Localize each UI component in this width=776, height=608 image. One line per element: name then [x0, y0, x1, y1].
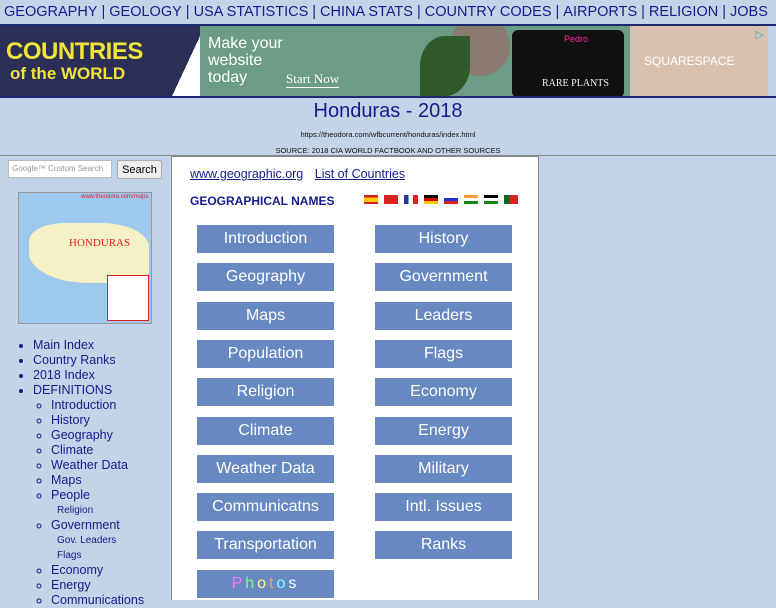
sidebar-climate[interactable]: Climate — [51, 443, 93, 457]
ad-leaf-image — [420, 36, 470, 96]
photos-letter: o — [276, 574, 289, 592]
sidebar-definitions[interactable]: DEFINITIONS — [33, 383, 112, 397]
nav-country-codes[interactable]: COUNTRY CODES — [425, 4, 552, 20]
banner: COUNTRIES of the WORLD Make your website to… — [0, 26, 776, 96]
page-title: Honduras - 2018 — [313, 100, 463, 122]
ad-cta[interactable]: Start Now — [286, 71, 340, 88]
nav-geography[interactable]: GEOGRAPHY — [4, 4, 97, 20]
sidebar-introduction[interactable]: Introduction — [51, 398, 116, 412]
sidebar-history[interactable]: History — [51, 413, 90, 427]
source-note: SOURCE: 2018 CIA WORLD FACTBOOK AND OTHE… — [275, 146, 501, 155]
sidebar-geography[interactable]: Geography — [51, 428, 113, 442]
topic-button-energy[interactable]: Energy — [375, 416, 512, 445]
language-flags — [364, 195, 518, 204]
photos-letter: h — [245, 574, 258, 592]
topic-button-religion[interactable]: Religion — [197, 378, 334, 407]
sidebar-economy[interactable]: Economy — [51, 563, 103, 577]
main-panel: www.geographic.org List of Countries GEO… — [171, 156, 539, 600]
sidebar-main-index[interactable]: Main Index — [33, 338, 94, 352]
map-land — [29, 223, 149, 283]
page-header: Honduras - 2018 https://theodora.com/wfb… — [0, 98, 776, 155]
sidebar-flags[interactable]: Flags — [57, 550, 81, 561]
flag-arabic-icon[interactable] — [484, 195, 498, 204]
photos-letter: o — [257, 574, 270, 592]
map-inset — [107, 275, 149, 321]
sidebar-maps[interactable]: Maps — [51, 473, 82, 487]
flag-hindi-icon[interactable] — [464, 195, 478, 204]
sidebar-government[interactable]: Government — [51, 518, 120, 532]
advertisement[interactable]: Make your website today Start Now Pedro RAR… — [200, 26, 768, 96]
flag-chinese-icon[interactable] — [384, 195, 398, 204]
sidebar-energy[interactable]: Energy — [51, 578, 91, 592]
sidebar-nav: Main Index Country Ranks 2018 Index DEFI… — [20, 338, 144, 608]
sidebar-weather-data[interactable]: Weather Data — [51, 458, 128, 472]
topic-button-population[interactable]: Population — [197, 339, 334, 368]
nav-geology[interactable]: GEOLOGY — [109, 4, 182, 20]
geographical-names-heading: GEOGRAPHICAL NAMES — [190, 194, 335, 208]
left-sidebar: Google™ Custom Search Search www.theodor… — [0, 156, 171, 607]
photos-letter: t — [269, 574, 277, 592]
topic-button-climate[interactable]: Climate — [197, 416, 334, 445]
nav-jobs[interactable]: JOBS — [730, 4, 768, 20]
sidebar-2018-index[interactable]: 2018 Index — [33, 368, 95, 382]
topic-button-introduction[interactable]: Introduction — [197, 225, 334, 253]
nav-religion[interactable]: RELIGION — [649, 4, 718, 20]
topic-button-military[interactable]: Military — [375, 454, 512, 483]
sidebar-gov-leaders[interactable]: Gov. Leaders — [57, 535, 116, 546]
search-button[interactable]: Search — [117, 160, 162, 179]
sidebar-people[interactable]: People — [51, 488, 90, 502]
search-input[interactable]: Google™ Custom Search — [8, 160, 112, 178]
topic-button-intl-issues[interactable]: Intl. Issues — [375, 493, 512, 522]
topic-button-leaders[interactable]: Leaders — [375, 301, 512, 330]
flag-german-icon[interactable] — [424, 195, 438, 204]
topic-button-weather-data[interactable]: Weather Data — [197, 454, 334, 483]
adchoices-icon[interactable]: ▷ — [756, 28, 764, 41]
country-map[interactable]: www.theodora.com/maps HONDURAS — [18, 192, 152, 324]
geographic-org-link[interactable]: www.geographic.org — [190, 167, 303, 181]
map-country-label: HONDURAS — [69, 237, 131, 249]
ad-brand: SQUARESPACE — [630, 26, 768, 96]
photos-button[interactable]: Photos — [197, 569, 334, 598]
photos-letter: s — [288, 574, 300, 592]
nav-airports[interactable]: AIRPORTS — [563, 4, 637, 20]
topic-button-maps[interactable]: Maps — [197, 301, 334, 330]
topic-button-transportation[interactable]: Transportation — [197, 531, 334, 560]
flag-russian-icon[interactable] — [444, 195, 458, 204]
topic-button-government[interactable]: Government — [375, 263, 512, 292]
top-links: www.geographic.org List of Countries — [190, 167, 413, 181]
sidebar-religion[interactable]: Religion — [57, 505, 93, 516]
topic-button-economy[interactable]: Economy — [375, 378, 512, 407]
flag-portuguese-icon[interactable] — [504, 195, 518, 204]
sidebar-communications[interactable]: Communications — [51, 593, 144, 607]
ad-headline: Make your website today — [208, 35, 283, 86]
logo-line1: COUNTRIES — [6, 38, 143, 65]
nav-usa-statistics[interactable]: USA STATISTICS — [194, 4, 309, 20]
topic-button-communicatns[interactable]: Communicatns — [197, 493, 334, 522]
logo-line2: of the WORLD — [10, 64, 126, 83]
topic-button-history[interactable]: History — [375, 225, 512, 253]
nav-china-stats[interactable]: CHINA STATS — [320, 4, 413, 20]
topic-button-ranks[interactable]: Ranks — [375, 531, 512, 560]
page-url: https://theodora.com/wfbcurrent/honduras… — [300, 130, 476, 139]
ad-tablet-image: Pedro RARE PLANTS — [512, 30, 624, 96]
map-watermark: www.theodora.com/maps — [81, 194, 149, 200]
flag-french-icon[interactable] — [404, 195, 418, 204]
sidebar-country-ranks[interactable]: Country Ranks — [33, 353, 116, 367]
topic-button-flags[interactable]: Flags — [375, 339, 512, 368]
photos-letter: P — [231, 574, 246, 592]
site-logo[interactable]: COUNTRIES of the WORLD — [0, 26, 200, 96]
flag-spanish-icon[interactable] — [364, 195, 378, 204]
topic-button-geography[interactable]: Geography — [197, 263, 334, 292]
top-nav: GEOGRAPHY | GEOLOGY | USA STATISTICS | CHINA S… — [4, 4, 768, 20]
list-of-countries-link[interactable]: List of Countries — [315, 167, 405, 181]
